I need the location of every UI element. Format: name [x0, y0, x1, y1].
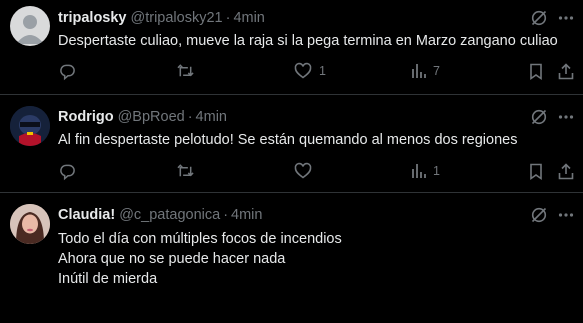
- display-name[interactable]: Claudia!: [58, 206, 115, 224]
- retweet-icon: [177, 163, 194, 176]
- timestamp[interactable]: 4min: [233, 9, 264, 27]
- user-handle[interactable]: @tripalosky21: [131, 9, 223, 27]
- views-button[interactable]: 1: [411, 162, 440, 180]
- tweet-text-line: Ahora que no se puede hacer nada: [58, 251, 286, 267]
- bookmark-icon: [530, 63, 542, 80]
- avatar[interactable]: [10, 6, 50, 46]
- user-handle[interactable]: @BpRoed: [118, 108, 185, 126]
- reply-button[interactable]: [59, 62, 76, 80]
- tweet[interactable]: tripalosky @tripalosky21 · 4min Desperta…: [0, 0, 583, 94]
- retweet-button[interactable]: [176, 162, 195, 180]
- bookmark-icon: [530, 163, 542, 180]
- display-name[interactable]: tripalosky: [58, 9, 127, 27]
- tweet-text: Al fin despertaste pelotudo! Se están qu…: [58, 130, 573, 150]
- tweet-text-line: Al fin despertaste pelotudo! Se están qu…: [58, 132, 518, 148]
- more-icon[interactable]: [557, 108, 575, 126]
- reply-feed: tripalosky @tripalosky21 · 4min Desperta…: [0, 0, 583, 323]
- tweet-header: Claudia! @c_patagonica · 4min: [58, 206, 262, 224]
- heart-icon: [294, 62, 312, 79]
- tweet[interactable]: Rodrigo @BpRoed · 4min Al fin despertast…: [0, 95, 583, 192]
- grok-icon[interactable]: [530, 108, 548, 126]
- more-icon[interactable]: [557, 9, 575, 27]
- tweet-text: Despertaste culiao, mueve la raja si la …: [58, 31, 573, 51]
- share-button[interactable]: [558, 162, 574, 180]
- timestamp[interactable]: 4min: [231, 206, 262, 224]
- heart-icon: [294, 162, 312, 179]
- share-button[interactable]: [558, 62, 574, 80]
- separator-dot: ·: [187, 109, 193, 125]
- retweet-icon: [177, 63, 194, 76]
- view-count: 7: [433, 64, 440, 78]
- avatar[interactable]: [10, 106, 50, 146]
- more-icon[interactable]: [557, 206, 575, 224]
- reply-icon: [60, 64, 75, 80]
- profile-photo-icon: [10, 204, 50, 244]
- display-name[interactable]: Rodrigo: [58, 108, 114, 126]
- tweet-text-line: Todo el día con múltiples focos de incen…: [58, 231, 342, 247]
- views-button[interactable]: 7: [411, 62, 440, 80]
- racing-avatar-icon: [10, 106, 50, 146]
- avatar[interactable]: [10, 204, 50, 244]
- views-icon: [412, 64, 426, 78]
- view-count: 1: [433, 164, 440, 178]
- reply-button[interactable]: [59, 162, 76, 180]
- views-icon: [412, 164, 426, 178]
- retweet-button[interactable]: [176, 62, 195, 80]
- like-count: 1: [319, 64, 326, 78]
- tweet-header: Rodrigo @BpRoed · 4min: [58, 108, 227, 126]
- user-handle[interactable]: @c_patagonica: [119, 206, 220, 224]
- share-icon: [558, 162, 574, 179]
- tweet-text: Todo el día con múltiples focos de incen…: [58, 229, 573, 289]
- like-button[interactable]: [294, 162, 319, 180]
- default-avatar-icon: [16, 15, 44, 44]
- separator-dot: ·: [225, 10, 231, 26]
- grok-icon[interactable]: [530, 206, 548, 224]
- tweet-text-line: Despertaste culiao, mueve la raja si la …: [58, 33, 558, 49]
- timestamp[interactable]: 4min: [196, 108, 227, 126]
- like-button[interactable]: 1: [294, 62, 326, 80]
- tweet[interactable]: Claudia! @c_patagonica · 4min Todo el dí…: [0, 193, 583, 323]
- grok-icon[interactable]: [530, 9, 548, 27]
- reply-icon: [60, 164, 75, 180]
- separator-dot: ·: [223, 207, 229, 223]
- tweet-header: tripalosky @tripalosky21 · 4min: [58, 9, 265, 27]
- tweet-text-line: Inútil de mierda: [58, 271, 158, 287]
- share-icon: [558, 62, 574, 79]
- bookmark-button[interactable]: [529, 162, 543, 180]
- bookmark-button[interactable]: [529, 62, 543, 80]
